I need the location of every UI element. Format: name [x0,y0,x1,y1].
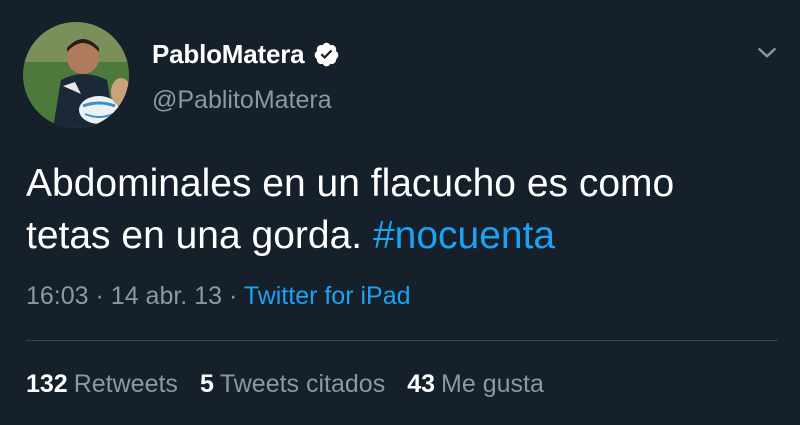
tweet-card: PabloMatera @PablitoMatera Abdominales e… [0,0,800,425]
tweet-text-plain: tetas en una gorda. [26,214,373,257]
avatar[interactable] [23,22,129,128]
quotes-count: 5 [199,370,214,398]
tweet-source-link[interactable]: Twitter for iPad [244,282,411,310]
chevron-down-icon[interactable] [754,40,780,66]
meta-separator: · [228,282,238,310]
likes-count: 43 [407,370,436,398]
likes-label: Me gusta [441,370,544,398]
verified-badge-icon [313,41,340,68]
display-name[interactable]: PabloMatera [152,39,305,70]
tweet-text-line-2: tetas en una gorda. #nocuenta [26,210,786,262]
retweets-label: Retweets [73,370,178,398]
tweet-stats: 132 Retweets 5 Tweets citados 43 Me gusta [26,370,566,399]
tweet-date[interactable]: 14 abr. 13 [111,282,222,310]
author-row: PabloMatera [152,36,340,72]
retweets-stat[interactable]: 132 Retweets [26,370,178,399]
quotes-label: Tweets citados [219,370,386,398]
quotes-stat[interactable]: 5 Tweets citados [200,370,385,399]
handle[interactable]: @PablitoMatera [152,86,332,115]
avatar-image [23,22,129,128]
meta-separator: · [95,282,104,310]
likes-stat[interactable]: 43 Me gusta [407,370,544,399]
tweet-meta: 16:03 · 14 abr. 13 · Twitter for iPad [26,282,411,311]
tweet-text-line-1: Abdominales en un flacucho es como [26,162,675,205]
tweet-text: Abdominales en un flacucho es como tetas… [26,158,786,262]
retweets-count: 132 [26,370,68,398]
tweet-time[interactable]: 16:03 [26,282,89,310]
hashtag-link[interactable]: #nocuenta [373,214,555,257]
divider [26,340,778,341]
